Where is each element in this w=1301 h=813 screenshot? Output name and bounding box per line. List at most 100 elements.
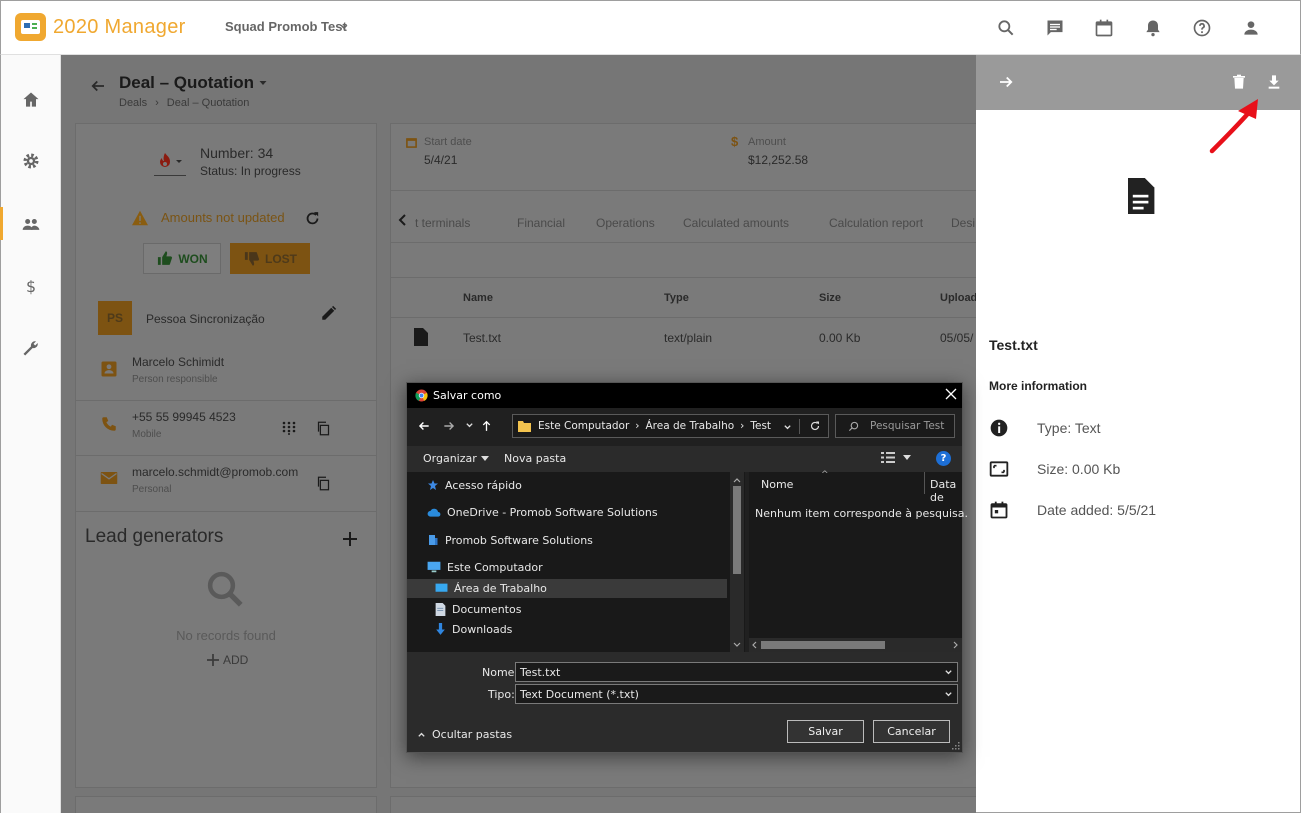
resize-grip-icon[interactable] bbox=[952, 742, 960, 750]
path-segment[interactable]: Test bbox=[750, 420, 771, 432]
scrollbar-thumb[interactable] bbox=[761, 641, 885, 649]
download-icon[interactable] bbox=[1266, 73, 1282, 91]
add-lead-icon[interactable] bbox=[343, 532, 357, 546]
info-icon bbox=[989, 418, 1009, 438]
filetype-select[interactable]: Text Document (*.txt) bbox=[515, 684, 958, 704]
size-icon bbox=[989, 459, 1009, 479]
phone-icon bbox=[100, 415, 118, 433]
save-as-dialog: Salvar como Este Computador › Área de Tra… bbox=[406, 382, 968, 753]
bell-icon[interactable] bbox=[1143, 18, 1163, 38]
tab-financial[interactable]: Financial bbox=[517, 216, 565, 230]
sidebar-item-settings[interactable] bbox=[1, 137, 61, 185]
col-name[interactable]: Name bbox=[463, 292, 493, 304]
nav-back-icon[interactable] bbox=[417, 419, 431, 433]
tree-scrollbar[interactable] bbox=[730, 472, 744, 652]
chat-icon[interactable] bbox=[1045, 18, 1065, 38]
tab-calculated-amounts[interactable]: Calculated amounts bbox=[683, 216, 789, 230]
tree-item-quick-access[interactable]: Acesso rápido bbox=[427, 475, 522, 495]
calendar-icon[interactable] bbox=[1094, 18, 1114, 38]
sidebar-item-finance[interactable]: $ bbox=[1, 262, 61, 310]
horizontal-scrollbar[interactable] bbox=[749, 638, 962, 652]
refresh-icon[interactable] bbox=[304, 210, 321, 227]
start-date-label: Start date bbox=[424, 136, 472, 148]
view-options[interactable] bbox=[881, 452, 911, 463]
date-icon bbox=[989, 500, 1009, 520]
tree-item-documents[interactable]: Documentos bbox=[435, 599, 521, 619]
recent-chevron-icon[interactable] bbox=[465, 421, 474, 430]
close-panel-arrow-icon[interactable] bbox=[997, 73, 1015, 91]
col-type[interactable]: Type bbox=[664, 292, 689, 304]
close-icon[interactable] bbox=[945, 388, 957, 400]
filename-input[interactable]: Test.txt bbox=[515, 662, 958, 682]
dialpad-icon[interactable] bbox=[282, 421, 296, 435]
sidebar-item-home[interactable] bbox=[1, 76, 61, 124]
tabs-scroll-left-icon[interactable] bbox=[397, 213, 409, 227]
computer-icon bbox=[427, 561, 441, 573]
organize-label: Organizar bbox=[423, 452, 477, 465]
help-icon[interactable] bbox=[1192, 18, 1212, 38]
copy-icon[interactable] bbox=[316, 421, 331, 436]
download-arrow-icon bbox=[436, 622, 445, 635]
address-chevron-icon[interactable] bbox=[783, 423, 792, 432]
sidebar-item-tools[interactable] bbox=[1, 324, 61, 372]
breadcrumb-deals[interactable]: Deals bbox=[119, 97, 147, 109]
filename-value: Test.txt bbox=[520, 665, 561, 679]
document-icon bbox=[1125, 178, 1155, 214]
sidebar-item-people[interactable] bbox=[1, 200, 61, 248]
lost-button[interactable]: LOST bbox=[230, 243, 310, 274]
divider bbox=[391, 242, 981, 243]
table-row[interactable]: Test.txt text/plain 0.00 Kb 05/05/ bbox=[391, 318, 981, 358]
file-uploaded: 05/05/ bbox=[940, 331, 974, 345]
nav-forward-icon[interactable] bbox=[442, 419, 456, 433]
flame-icon[interactable] bbox=[154, 150, 186, 176]
chevron-up-icon bbox=[418, 732, 425, 737]
info-date-added: Date added: 5/5/21 bbox=[1037, 502, 1157, 518]
empty-message: Nenhum item corresponde à pesquisa. bbox=[755, 507, 968, 520]
chevron-down-icon[interactable] bbox=[337, 20, 351, 34]
dialog-titlebar[interactable]: Salvar como bbox=[407, 383, 962, 408]
back-arrow-icon[interactable] bbox=[89, 77, 107, 95]
search-field[interactable]: Pesquisar Test bbox=[835, 414, 955, 438]
app-logo-icon[interactable] bbox=[15, 13, 46, 41]
tree-item-this-pc[interactable]: Este Computador bbox=[427, 557, 543, 577]
help-icon[interactable]: ? bbox=[936, 451, 951, 466]
add-lead-button[interactable]: ADD bbox=[207, 653, 248, 667]
col-name[interactable]: Nome bbox=[761, 478, 793, 491]
home-icon bbox=[23, 92, 39, 107]
tab-calculation-report[interactable]: Calculation report bbox=[829, 216, 923, 230]
col-size[interactable]: Size bbox=[819, 292, 841, 304]
sidebar-active-indicator bbox=[0, 207, 3, 240]
delete-icon[interactable] bbox=[1231, 73, 1247, 91]
tree-item-company[interactable]: Promob Software Solutions bbox=[427, 530, 593, 550]
copy-icon[interactable] bbox=[316, 476, 331, 491]
tree-item-downloads[interactable]: Downloads bbox=[435, 619, 512, 639]
account-icon[interactable] bbox=[1241, 18, 1261, 38]
tree-item-desktop[interactable]: Área de Trabalho bbox=[435, 578, 547, 598]
save-button[interactable]: Salvar bbox=[787, 720, 864, 743]
tab-operations[interactable]: Operations bbox=[596, 216, 655, 230]
title-dropdown-icon[interactable] bbox=[257, 77, 269, 89]
path-segment[interactable]: Área de Trabalho bbox=[645, 420, 734, 432]
file-size: 0.00 Kb bbox=[819, 331, 861, 345]
tree-item-onedrive[interactable]: OneDrive - Promob Software Solutions bbox=[427, 502, 658, 522]
col-date[interactable]: Data de bbox=[930, 478, 962, 504]
workspace-selector[interactable]: Squad Promob Test bbox=[225, 19, 347, 34]
search-icon[interactable] bbox=[996, 18, 1016, 38]
file-list: ^ Nome Data de Nenhum item corresponde à… bbox=[749, 470, 968, 652]
nav-up-icon[interactable] bbox=[480, 419, 493, 433]
hide-folders-toggle[interactable]: Ocultar pastas bbox=[417, 728, 512, 741]
path-segment[interactable]: Este Computador bbox=[538, 420, 629, 432]
tab-terminals[interactable]: t terminals bbox=[415, 216, 470, 230]
won-button[interactable]: WON bbox=[143, 243, 221, 274]
refresh-icon[interactable] bbox=[809, 420, 821, 432]
organize-menu[interactable]: Organizar bbox=[423, 452, 489, 465]
scrollbar-thumb[interactable] bbox=[733, 486, 741, 574]
address-bar[interactable]: Este Computador › Área de Trabalho › Test bbox=[512, 414, 829, 438]
new-folder-button[interactable]: Nova pasta bbox=[504, 452, 566, 465]
col-uploaded[interactable]: Upload bbox=[940, 292, 977, 304]
tab-design[interactable]: Desi bbox=[951, 216, 975, 230]
thumbs-up-icon bbox=[158, 251, 173, 265]
deal-status: Status: In progress bbox=[200, 164, 301, 178]
edit-icon[interactable] bbox=[320, 304, 338, 322]
cancel-button[interactable]: Cancelar bbox=[873, 720, 950, 743]
